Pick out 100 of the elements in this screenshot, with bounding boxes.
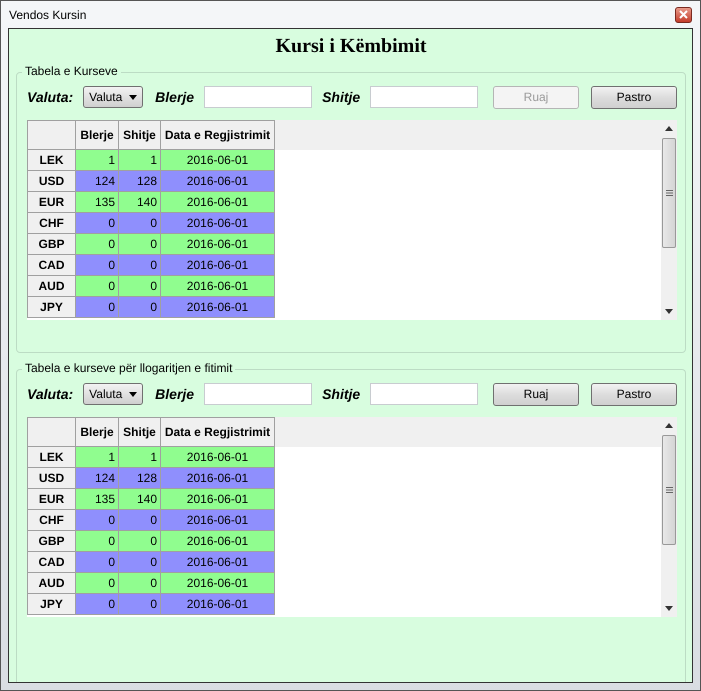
table-cell: 2016-06-01 [161, 447, 275, 468]
row-header[interactable]: CHF [27, 213, 76, 234]
buy-input[interactable] [204, 86, 312, 108]
row-header[interactable]: USD [27, 171, 76, 192]
window-title: Vendos Kursin [9, 8, 86, 22]
table-cell: 1 [119, 447, 161, 468]
row-header[interactable]: LEK [27, 150, 76, 171]
table-cell: 0 [76, 255, 119, 276]
buy-input[interactable] [204, 383, 312, 405]
table-cell: 0 [119, 552, 161, 573]
table-cell: 140 [119, 489, 161, 510]
table-cell: 0 [119, 213, 161, 234]
table-cell: 0 [119, 297, 161, 318]
row-header[interactable]: CHF [27, 510, 76, 531]
table-cell: 0 [76, 510, 119, 531]
buy-label: Blerje [155, 89, 194, 105]
table-cell: 2016-06-01 [161, 510, 275, 531]
table-cell: 0 [119, 594, 161, 615]
row-header[interactable]: CAD [27, 552, 76, 573]
currency-label: Valuta: [27, 386, 74, 402]
scrollbar[interactable] [661, 417, 677, 617]
row-header[interactable]: EUR [27, 192, 76, 213]
table-cell: 0 [76, 276, 119, 297]
caret-icon [129, 94, 138, 100]
table-cell: 2016-06-01 [161, 255, 275, 276]
table-cell: 124 [76, 468, 119, 489]
table-cell: 0 [76, 552, 119, 573]
currency-label: Valuta: [27, 89, 74, 105]
action-button[interactable]: Pastro [591, 86, 677, 108]
column-header[interactable]: Shitje [119, 120, 161, 150]
row-header[interactable]: USD [27, 468, 76, 489]
row-header[interactable]: JPY [27, 594, 76, 615]
table-cell: 2016-06-01 [161, 552, 275, 573]
scroll-down-icon[interactable] [665, 309, 673, 314]
table-cell: 2016-06-01 [161, 234, 275, 255]
caret-icon [129, 392, 138, 396]
scroll-thumb[interactable] [662, 435, 676, 545]
table-cell: 2016-06-01 [161, 573, 275, 594]
table-cell: 0 [76, 234, 119, 255]
table-cell: 1 [76, 447, 119, 468]
action-button[interactable]: Ruaj [493, 382, 579, 406]
table-cell: 0 [119, 531, 161, 552]
buy-label: Blerje [155, 386, 194, 402]
form-heading: Kursi i Këmbimit [274, 35, 428, 58]
table-cell: 2016-06-01 [161, 213, 275, 234]
sell-input[interactable] [370, 86, 478, 108]
table-cell: 1 [119, 150, 161, 171]
sell-input[interactable] [370, 383, 478, 405]
table-cell: 2016-06-01 [161, 276, 275, 297]
table-cell: 0 [76, 594, 119, 615]
grip-icon [666, 487, 672, 493]
corner-cell [27, 417, 76, 447]
table-cell: 140 [119, 192, 161, 213]
corner-cell [27, 120, 76, 150]
currency-dropdown[interactable]: Valuta [83, 383, 144, 405]
row-header[interactable]: JPY [27, 297, 76, 318]
currency-dropdown[interactable]: Valuta [83, 86, 144, 108]
scrollbar[interactable] [661, 120, 677, 320]
row-header[interactable]: LEK [27, 447, 76, 468]
table-cell: 2016-06-01 [161, 192, 275, 213]
scroll-down-icon[interactable] [665, 606, 673, 611]
table-cell: 135 [76, 489, 119, 510]
table-cell: 2016-06-01 [161, 489, 275, 510]
table-cell: 2016-06-01 [161, 594, 275, 615]
table-cell: 135 [76, 192, 119, 213]
column-header[interactable]: Shitje [119, 417, 161, 447]
table-cell: 128 [119, 468, 161, 489]
table-cell: 2016-06-01 [161, 531, 275, 552]
table-cell: 128 [119, 171, 161, 192]
grip-icon [666, 190, 672, 196]
table-cell: 2016-06-01 [161, 150, 275, 171]
close-icon [679, 10, 688, 19]
sell-label: Shitje [322, 386, 360, 402]
table-cell: 2016-06-01 [161, 171, 275, 192]
table-cell: 0 [119, 255, 161, 276]
column-header[interactable]: Blerje [76, 417, 119, 447]
column-header[interactable]: Data e Regjistrimit [161, 417, 275, 447]
row-header[interactable]: CAD [27, 255, 76, 276]
table-cell: 0 [76, 573, 119, 594]
row-header[interactable]: GBP [27, 234, 76, 255]
table-cell: 0 [76, 531, 119, 552]
table-cell: 2016-06-01 [161, 297, 275, 318]
table-cell: 124 [76, 171, 119, 192]
table-cell: 0 [119, 276, 161, 297]
table-cell: 0 [76, 297, 119, 318]
scroll-thumb[interactable] [662, 138, 676, 248]
scroll-up-icon[interactable] [665, 126, 673, 131]
row-header[interactable]: AUD [27, 573, 76, 594]
scroll-up-icon[interactable] [665, 423, 673, 428]
table-cell: 0 [119, 234, 161, 255]
column-header[interactable]: Data e Regjistrimit [161, 120, 275, 150]
row-header[interactable]: EUR [27, 489, 76, 510]
table-cell: 2016-06-01 [161, 468, 275, 489]
close-button[interactable] [675, 6, 692, 22]
action-button[interactable]: Pastro [591, 382, 677, 406]
group-title: Tabela e kurseve për llogaritjen e fitimit [22, 361, 236, 375]
row-header[interactable]: AUD [27, 276, 76, 297]
row-header[interactable]: GBP [27, 531, 76, 552]
table-cell: 0 [119, 510, 161, 531]
column-header[interactable]: Blerje [76, 120, 119, 150]
